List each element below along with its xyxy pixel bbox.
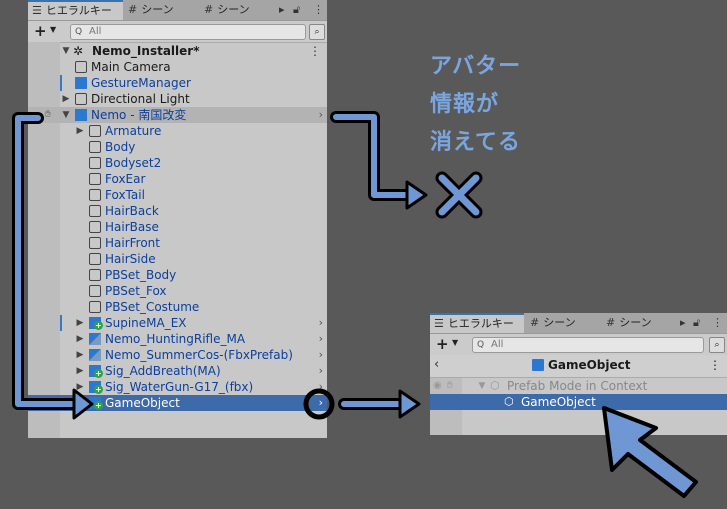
- highlight-circle: [303, 388, 335, 420]
- elbow-arrow: [330, 111, 428, 210]
- cross-mark-icon: [435, 171, 483, 219]
- bracket-arrow: [12, 112, 94, 420]
- pointer-arrow-icon: [602, 406, 698, 498]
- overlay-annotations: [12, 111, 698, 498]
- transition-arrow: [338, 389, 421, 419]
